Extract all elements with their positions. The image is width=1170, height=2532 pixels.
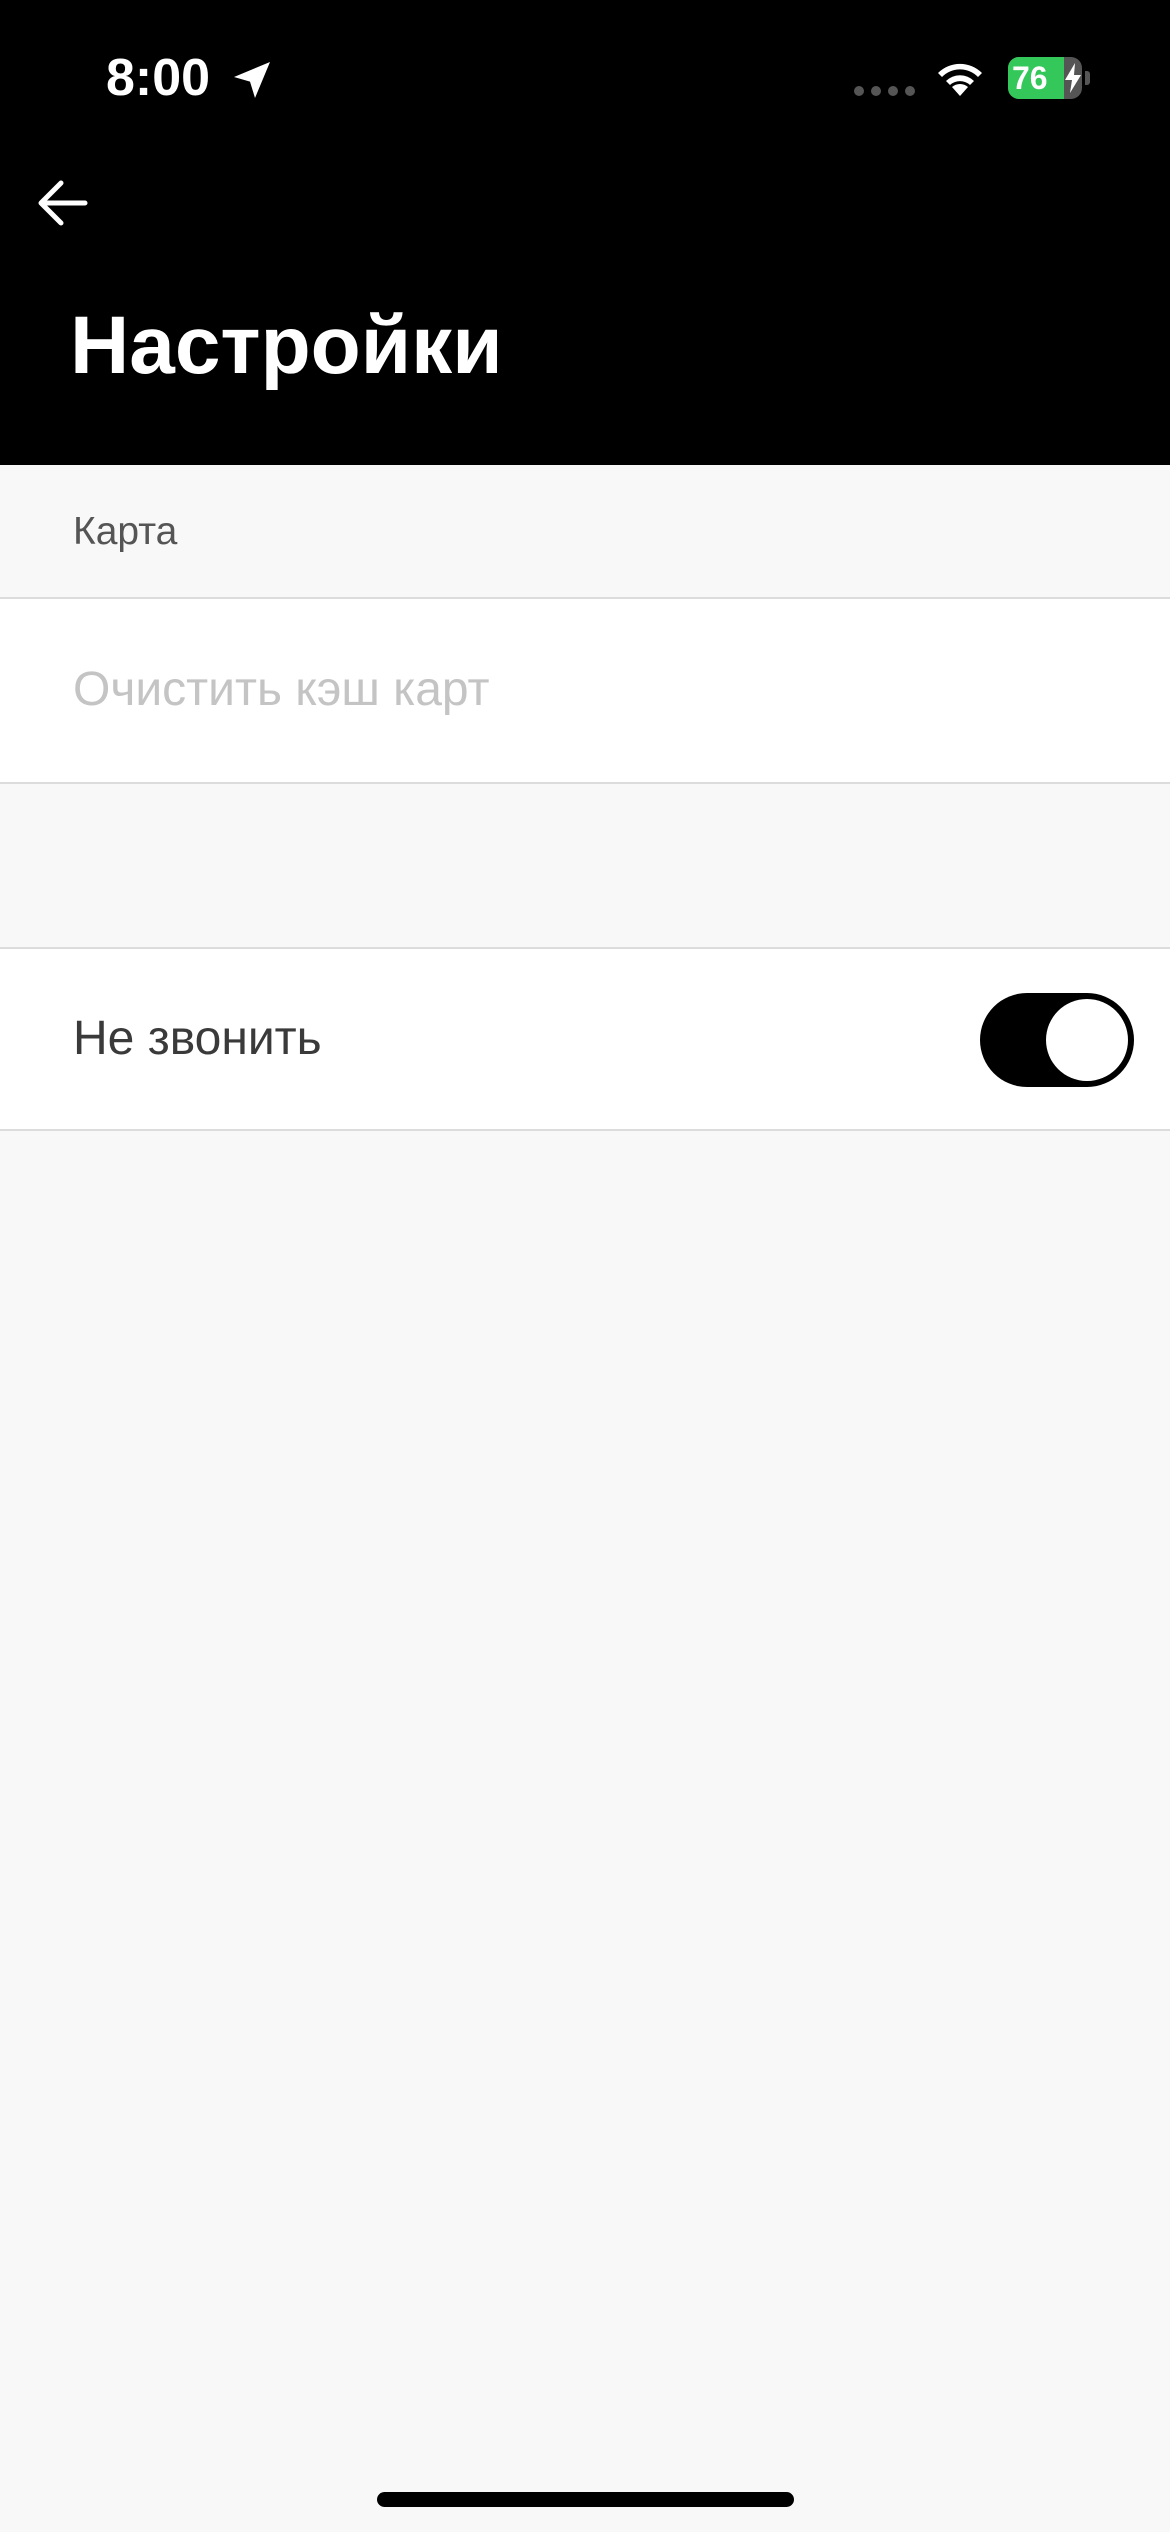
wifi-icon xyxy=(938,63,982,96)
do-not-call-toggle[interactable] xyxy=(980,993,1134,1087)
location-arrow-icon xyxy=(234,62,270,98)
clear-map-cache-label: Очистить кэш карт xyxy=(73,663,490,716)
arrow-left-icon xyxy=(38,180,88,226)
cellular-signal-icon xyxy=(854,86,915,96)
header: 8:00 76 Настройки xyxy=(0,0,1170,465)
home-indicator xyxy=(377,2492,794,2507)
status-time: 8:00 xyxy=(106,49,211,107)
section-label: Карта xyxy=(73,510,178,553)
charging-bolt-icon xyxy=(1065,63,1081,93)
back-button[interactable] xyxy=(22,168,102,238)
divider xyxy=(0,782,1170,784)
toggle-knob xyxy=(1046,999,1128,1081)
battery-icon: 76 xyxy=(1008,57,1090,99)
divider xyxy=(0,1129,1170,1131)
do-not-call-row: Не звонить xyxy=(0,949,1170,1129)
settings-screen: 8:00 76 Настройки Карта Очистить кэш кар… xyxy=(0,0,1170,2532)
do-not-call-label: Не звонить xyxy=(73,1012,322,1065)
clear-map-cache-row[interactable]: Очистить кэш карт xyxy=(0,599,1170,782)
page-title: Настройки xyxy=(70,300,503,391)
section-header-map: Карта xyxy=(0,465,1170,597)
battery-level: 76 xyxy=(1012,60,1048,96)
